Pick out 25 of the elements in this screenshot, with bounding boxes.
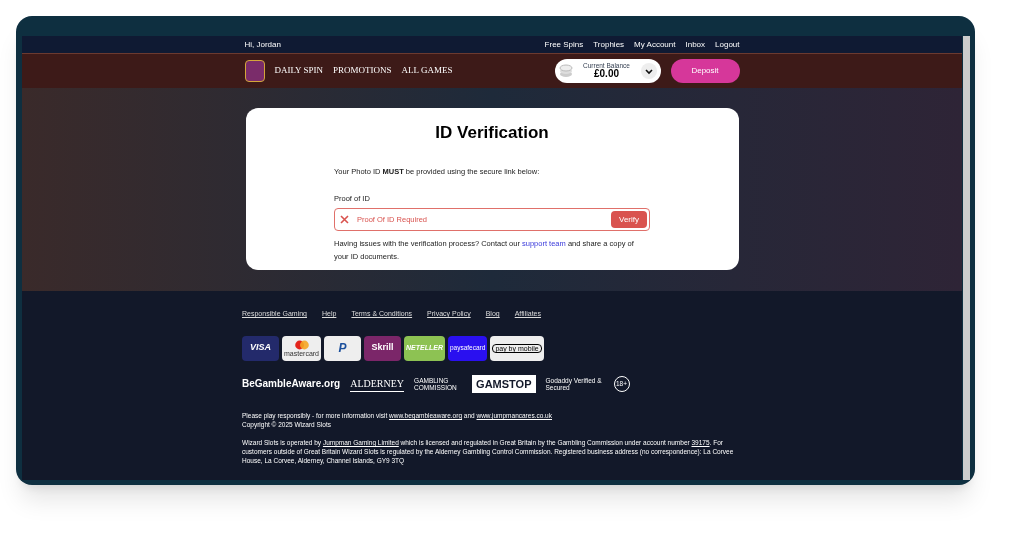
verify-button[interactable]: Verify bbox=[611, 211, 647, 228]
logo-icon[interactable] bbox=[244, 60, 265, 82]
regulator-logo: ALDERNEY bbox=[350, 375, 405, 392]
greeting: Hi, Jordan bbox=[244, 38, 281, 51]
balance-amount: £0.00 bbox=[594, 69, 619, 80]
nav-link[interactable]: DAILY SPIN bbox=[274, 64, 323, 78]
payment-name: VISA bbox=[250, 341, 271, 355]
payment-name: Skrill bbox=[371, 341, 394, 355]
top-nav-link[interactable]: Free Spins bbox=[544, 38, 584, 51]
nav-link[interactable]: PROMOTIONS bbox=[333, 64, 392, 78]
top-nav-link[interactable]: Trophies bbox=[593, 38, 625, 51]
mastercard-circles-icon bbox=[293, 339, 310, 350]
error-x-icon bbox=[340, 215, 349, 224]
chevron-down-icon[interactable] bbox=[640, 63, 657, 79]
card-title: ID Verification bbox=[435, 122, 549, 144]
top-nav-link[interactable]: Inbox bbox=[685, 38, 706, 51]
coins-icon bbox=[558, 64, 573, 78]
top-nav-link[interactable]: My Account bbox=[634, 38, 676, 51]
top-nav-link[interactable]: Logout bbox=[715, 38, 740, 51]
nav-link[interactable]: ALL GAMES bbox=[401, 64, 453, 78]
deposit-button[interactable]: Deposit bbox=[670, 59, 740, 83]
regulator-logo: BeGambleAware.org bbox=[242, 377, 341, 392]
payment-name: P bbox=[338, 340, 347, 357]
regulator-logo: GAMSTOP bbox=[472, 374, 536, 393]
scrollbar[interactable] bbox=[963, 36, 970, 480]
